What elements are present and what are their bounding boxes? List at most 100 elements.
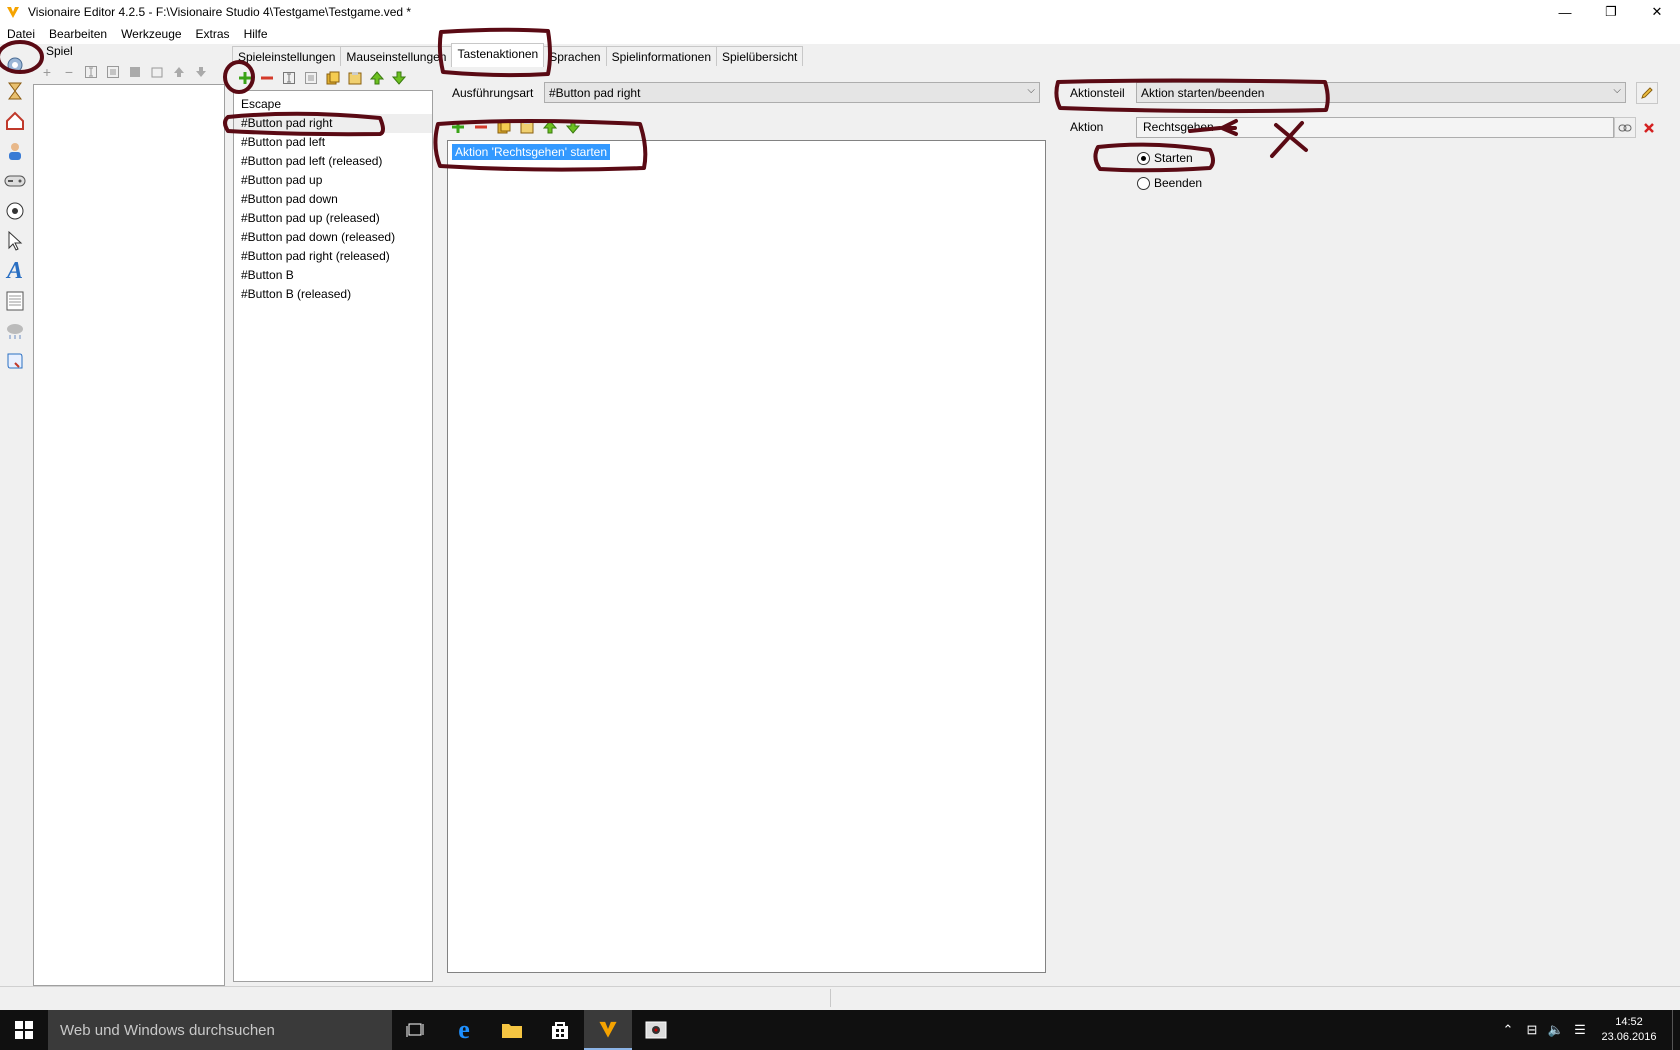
cursor-icon[interactable]	[4, 230, 26, 252]
start-button[interactable]	[0, 1010, 48, 1050]
character-icon[interactable]	[4, 140, 26, 162]
menu-werkzeuge[interactable]: Werkzeuge	[114, 27, 188, 41]
scene-house-icon[interactable]	[4, 110, 26, 132]
store-icon[interactable]	[536, 1010, 584, 1050]
script-icon[interactable]	[4, 350, 26, 372]
hourglass-icon[interactable]	[4, 80, 26, 102]
rename-icon[interactable]	[280, 69, 298, 87]
radio-start[interactable]: Starten	[1137, 151, 1193, 165]
list-item[interactable]: #Button pad right (released)	[234, 247, 432, 266]
menu-extras[interactable]: Extras	[189, 27, 237, 41]
paste-icon[interactable]	[148, 63, 166, 81]
properties-icon[interactable]	[104, 63, 122, 81]
restore-button[interactable]: ❐	[1588, 0, 1634, 24]
windows-taskbar: Web und Windows durchsuchen e ⌃ ⊟ 🔈 ☰ 14…	[0, 1010, 1680, 1050]
clear-button[interactable]	[1638, 117, 1660, 138]
ball-icon[interactable]	[4, 200, 26, 222]
execution-type-select[interactable]: #Button pad right ⌵	[544, 82, 1040, 103]
move-up-icon[interactable]	[541, 118, 559, 136]
show-desktop-button[interactable]	[1672, 1010, 1680, 1050]
notifications-icon[interactable]: ☰	[1568, 1022, 1592, 1038]
move-down-icon[interactable]	[390, 69, 408, 87]
game-tree-panel[interactable]	[33, 84, 225, 986]
remove-action-icon[interactable]	[472, 118, 490, 136]
edge-browser-icon[interactable]: e	[440, 1010, 488, 1050]
status-separator	[830, 989, 831, 1007]
network-icon[interactable]: ⊟	[1520, 1022, 1544, 1038]
add-icon[interactable]: +	[38, 63, 56, 81]
action-part-select[interactable]: Aktion starten/beenden ⌵	[1136, 82, 1626, 103]
copy-icon[interactable]	[126, 63, 144, 81]
list-item[interactable]: #Button pad left	[234, 133, 432, 152]
tab-spieluebersicht[interactable]: Spielübersicht	[716, 46, 804, 66]
menu-bar: Datei Bearbeiten Werkzeuge Extras Hilfe	[0, 24, 1680, 44]
chevron-up-icon[interactable]: ⌃	[1496, 1022, 1520, 1038]
move-down-icon[interactable]	[564, 118, 582, 136]
close-icon	[1644, 122, 1654, 133]
add-key-action-icon[interactable]	[236, 69, 254, 87]
gamepad-icon[interactable]	[4, 170, 26, 192]
volume-icon[interactable]: 🔈	[1544, 1022, 1568, 1038]
remove-key-action-icon[interactable]	[258, 69, 276, 87]
radio-button[interactable]	[1137, 151, 1150, 165]
remove-icon[interactable]: −	[60, 63, 78, 81]
list-item[interactable]: #Button pad down (released)	[234, 228, 432, 247]
action-field[interactable]: Rechtsgehen	[1136, 117, 1614, 138]
copy-icon[interactable]	[324, 69, 342, 87]
visionaire-taskbar-icon[interactable]	[584, 1010, 632, 1050]
radio-end-label: Beenden	[1154, 176, 1203, 190]
paste-icon[interactable]	[346, 69, 364, 87]
copy-icon[interactable]	[495, 118, 513, 136]
move-up-icon[interactable]	[170, 63, 188, 81]
font-icon[interactable]: A	[4, 258, 26, 284]
radio-end[interactable]: Beenden	[1137, 176, 1202, 190]
link-icon	[1618, 124, 1632, 131]
game-gear-icon[interactable]	[4, 54, 26, 76]
link-button[interactable]	[1614, 117, 1636, 138]
list-item[interactable]: Aktion 'Rechtsgehen' starten	[452, 144, 611, 160]
list-item[interactable]: Escape	[234, 95, 432, 114]
list-item[interactable]: #Button pad up (released)	[234, 209, 432, 228]
chevron-down-icon: ⌵	[1027, 85, 1035, 96]
file-explorer-icon[interactable]	[488, 1010, 536, 1050]
rename-icon[interactable]	[82, 63, 100, 81]
close-button[interactable]: ✕	[1634, 0, 1680, 24]
image-viewer-icon[interactable]	[632, 1010, 680, 1050]
minimize-button[interactable]: —	[1542, 0, 1588, 24]
list-item[interactable]: #Button B (released)	[234, 285, 432, 304]
taskbar-search[interactable]: Web und Windows durchsuchen	[48, 1010, 392, 1050]
tab-tastenaktionen[interactable]: Tastenaktionen	[451, 43, 545, 67]
tab-spieleinstellungen[interactable]: Spieleinstellungen	[232, 46, 342, 66]
list-item[interactable]: #Button pad right	[234, 114, 432, 133]
clock[interactable]: 14:52 23.06.2016	[1592, 1015, 1666, 1045]
tab-spielinformationen[interactable]: Spielinformationen	[605, 46, 717, 66]
list-item[interactable]: #Button pad left (released)	[234, 152, 432, 171]
menu-bearbeiten[interactable]: Bearbeiten	[42, 27, 114, 41]
task-view-icon[interactable]	[392, 1010, 440, 1050]
properties-icon[interactable]	[302, 69, 320, 87]
key-action-list: Escape #Button pad right #Button pad lef…	[233, 90, 433, 982]
menu-datei[interactable]: Datei	[0, 27, 42, 41]
edit-pencil-button[interactable]	[1636, 82, 1658, 104]
move-up-icon[interactable]	[368, 69, 386, 87]
paste-icon[interactable]	[518, 118, 536, 136]
status-bar	[0, 986, 1680, 1010]
list-item[interactable]: #Button pad down	[234, 190, 432, 209]
visionaire-logo-icon	[7, 7, 19, 18]
action-part-value: Aktion starten/beenden	[1141, 85, 1265, 100]
clock-date: 23.06.2016	[1601, 1031, 1657, 1043]
menu-hilfe[interactable]: Hilfe	[237, 27, 275, 41]
list-item[interactable]: #Button pad up	[234, 171, 432, 190]
list-item[interactable]: #Button B	[234, 266, 432, 285]
add-action-icon[interactable]	[449, 118, 467, 136]
text-list-icon[interactable]	[4, 290, 26, 312]
action-part-label: Aktionsteil	[1070, 86, 1125, 100]
chevron-down-icon: ⌵	[1613, 85, 1621, 96]
radio-button[interactable]	[1137, 176, 1150, 190]
move-down-icon[interactable]	[192, 63, 210, 81]
tab-sprachen[interactable]: Sprachen	[543, 46, 607, 66]
particles-icon[interactable]	[4, 320, 26, 342]
tab-mauseinstellungen[interactable]: Mauseinstellungen	[340, 46, 453, 66]
radio-start-label: Starten	[1154, 151, 1193, 165]
key-actions-toolbar	[236, 68, 408, 88]
